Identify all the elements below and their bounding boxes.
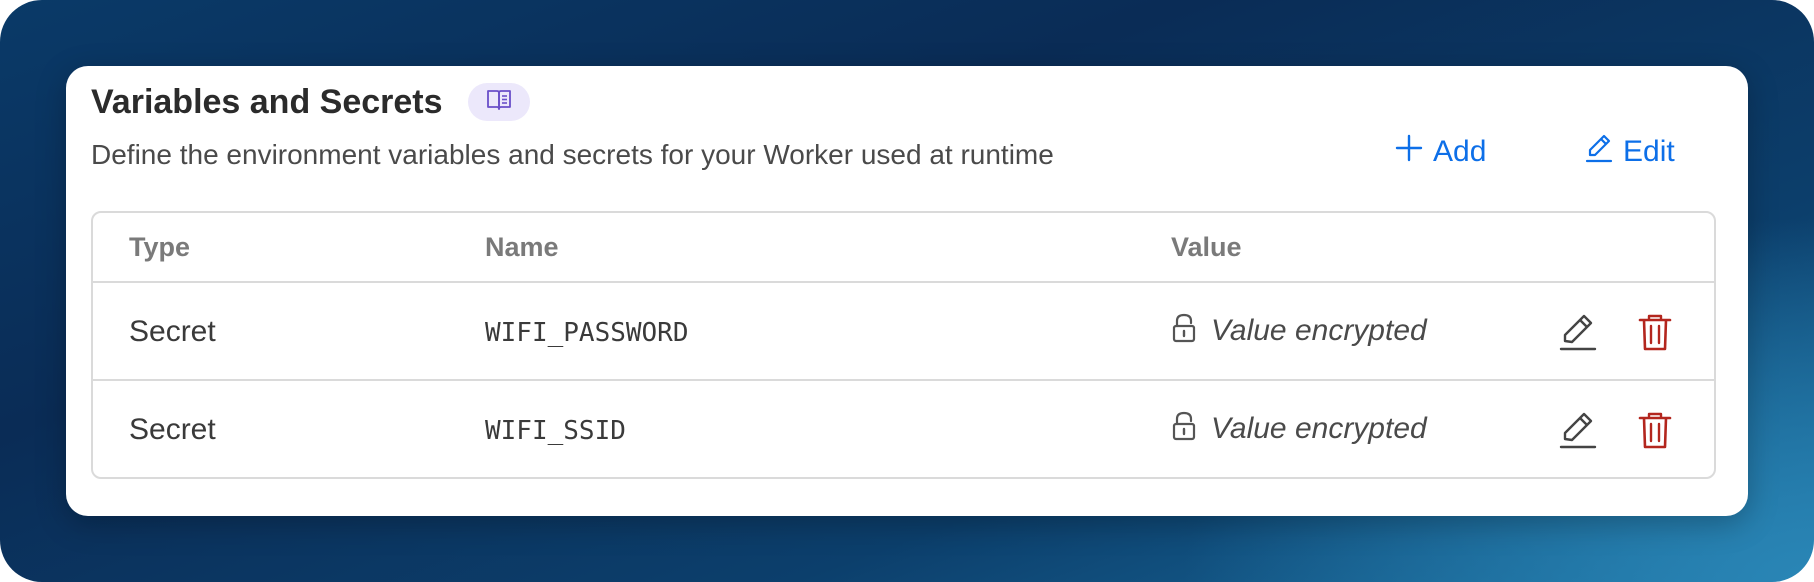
row-type: Secret: [129, 315, 216, 348]
plus-icon: [1395, 134, 1423, 170]
add-button[interactable]: Add: [1395, 130, 1486, 174]
page-title: Variables and Secrets: [91, 83, 443, 121]
column-header-name: Name: [485, 232, 559, 262]
add-button-label: Add: [1433, 135, 1487, 168]
row-edit-button[interactable]: [1558, 409, 1598, 451]
row-delete-button[interactable]: [1635, 311, 1675, 353]
variables-secrets-card: Variables and Secrets Define the environ…: [66, 66, 1748, 516]
row-edit-button[interactable]: [1558, 311, 1598, 353]
row-value: Value encrypted: [1171, 410, 1427, 447]
column-header-type: Type: [129, 232, 191, 262]
pencil-icon: [1585, 133, 1613, 171]
column-header-value: Value: [1171, 232, 1242, 262]
lock-icon: [1171, 410, 1197, 447]
row-type: Secret: [129, 413, 216, 446]
table-row: Secret WIFI_SSID Value encrypted: [93, 381, 1714, 477]
pencil-icon: [1558, 412, 1598, 455]
screenshot-frame: Variables and Secrets Define the environ…: [0, 0, 1814, 582]
table-row: Secret WIFI_PASSWORD Value encrypted: [93, 283, 1714, 381]
pencil-icon: [1558, 314, 1598, 357]
row-value-text: Value encrypted: [1211, 313, 1427, 347]
table-header: Type Name Value: [93, 213, 1714, 283]
docs-link[interactable]: [468, 83, 530, 121]
row-name: WIFI_PASSWORD: [485, 318, 689, 348]
row-name: WIFI_SSID: [485, 416, 626, 446]
page-subtitle: Define the environment variables and sec…: [91, 139, 1054, 170]
book-open-icon: [486, 88, 512, 117]
row-value: Value encrypted: [1171, 312, 1427, 349]
trash-icon: [1635, 314, 1675, 357]
trash-icon: [1635, 412, 1675, 455]
row-value-text: Value encrypted: [1211, 411, 1427, 445]
edit-button[interactable]: Edit: [1585, 130, 1675, 174]
row-delete-button[interactable]: [1635, 409, 1675, 451]
lock-icon: [1171, 312, 1197, 349]
variables-table: Type Name Value Secret WIFI_PASSWORD Val…: [91, 211, 1716, 479]
edit-button-label: Edit: [1623, 135, 1675, 168]
